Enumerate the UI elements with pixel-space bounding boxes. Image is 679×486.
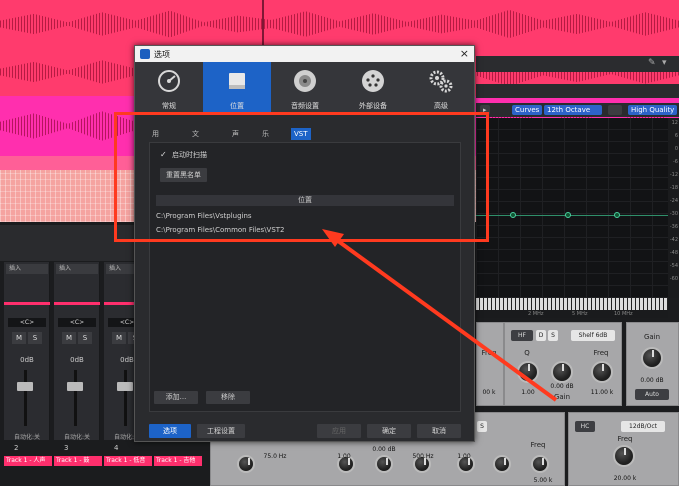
annotation-arrow xyxy=(322,229,558,402)
